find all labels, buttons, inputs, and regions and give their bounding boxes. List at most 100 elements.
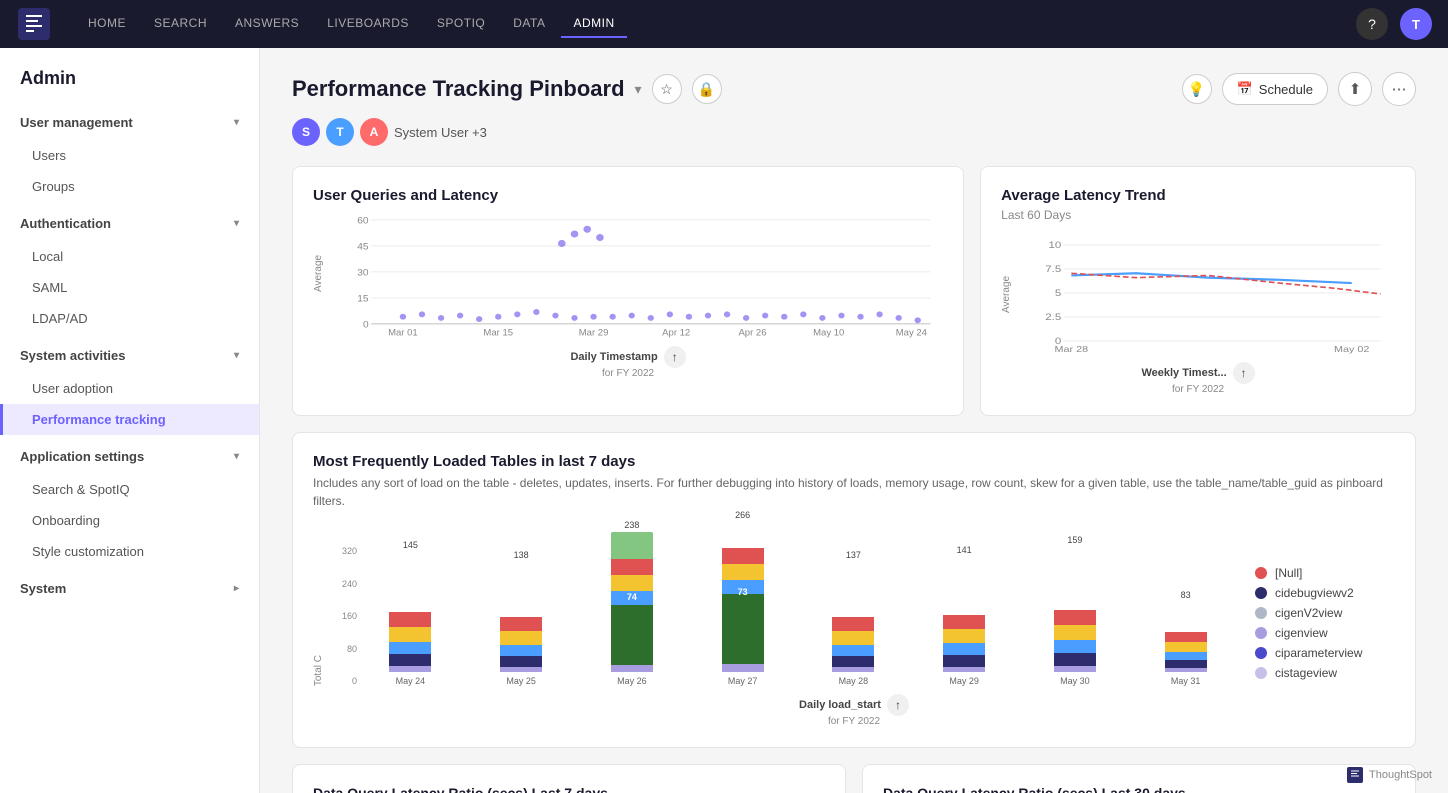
- bar-y4-may30: [1054, 653, 1096, 666]
- bar-y5-may25: [500, 667, 542, 672]
- bar-null-may24: [389, 612, 431, 627]
- legend-label-cigenV2: cigenV2view: [1275, 606, 1342, 620]
- legend-dot-cidebug: [1255, 587, 1267, 599]
- sidebar-item-users[interactable]: Users: [0, 140, 259, 171]
- bar-y5-may29: [943, 667, 985, 672]
- sidebar-section-header-system[interactable]: System ▸: [0, 571, 259, 606]
- bar-date-may24: May 24: [396, 676, 426, 686]
- bar-y5-may31: [1165, 668, 1207, 672]
- nav-search[interactable]: SEARCH: [142, 10, 219, 38]
- bar-y4-may31: [1165, 660, 1207, 668]
- nav-links: HOME SEARCH ANSWERS LIVEBOARDS SPOTIQ DA…: [76, 10, 1332, 38]
- favorite-button[interactable]: ☆: [652, 74, 682, 104]
- more-options-button[interactable]: ⋯: [1382, 72, 1416, 106]
- thoughtspot-footer-label: ThoughtSpot: [1369, 769, 1432, 781]
- nav-liveboards[interactable]: LIVEBOARDS: [315, 10, 421, 38]
- legend-label-cigenview: cigenview: [1275, 626, 1328, 640]
- avatar-a[interactable]: A: [360, 118, 388, 146]
- bar-chart-sort-button[interactable]: ↑: [887, 694, 909, 716]
- bar-total-may31: 83: [1181, 590, 1191, 600]
- lock-button[interactable]: 🔒: [692, 74, 722, 104]
- sidebar-section-label-system-activities: System activities: [20, 348, 126, 363]
- schedule-button[interactable]: 📅 Schedule: [1222, 73, 1328, 105]
- sidebar-section-header-user-management[interactable]: User management ▾: [0, 105, 259, 140]
- chart2-footer: Weekly Timest... ↑: [1001, 362, 1395, 384]
- svg-text:Mar 28: Mar 28: [1055, 345, 1089, 354]
- chart1-sort-button[interactable]: ↑: [664, 346, 686, 368]
- chevron-down-icon: ▾: [234, 218, 239, 229]
- sidebar-section-label-system: System: [20, 581, 66, 596]
- bar-y5-may30: [1054, 666, 1096, 672]
- bar-null-may30: [1054, 610, 1096, 625]
- sidebar-item-saml[interactable]: SAML: [0, 272, 259, 303]
- bar-center-val-may29: 75: [959, 605, 969, 615]
- page-title: Performance Tracking Pinboard: [292, 76, 625, 102]
- stacked-bar-may26: 74: [611, 532, 653, 672]
- sidebar-item-performance-tracking[interactable]: Performance tracking: [0, 404, 259, 435]
- legend-dot-cigenview: [1255, 627, 1267, 639]
- sidebar-item-groups[interactable]: Groups: [0, 171, 259, 202]
- chart2-x-sub: for FY 2022: [1001, 384, 1395, 395]
- legend-label-cidebug: cidebugviewv2: [1275, 586, 1354, 600]
- bar-total-may28: 137: [846, 550, 861, 560]
- nav-admin[interactable]: ADMIN: [561, 10, 626, 38]
- avatars-row: S T A System User +3: [292, 118, 1416, 146]
- bar-group-may24: 145 72 May 24: [361, 540, 460, 686]
- sidebar-item-search-spotiq[interactable]: Search & SpotIQ: [0, 474, 259, 505]
- svg-text:Apr 12: Apr 12: [662, 328, 690, 338]
- sidebar-item-local[interactable]: Local: [0, 241, 259, 272]
- latency-30d-title: Data Query Latency Ratio (secs) Last 30 …: [883, 785, 1395, 793]
- user-avatar[interactable]: T: [1400, 8, 1432, 40]
- svg-text:7.5: 7.5: [1045, 265, 1061, 274]
- bar-y3-may24: [389, 642, 431, 654]
- legend-cigenview: cigenview: [1255, 626, 1395, 640]
- bar-chart-x-sub: for FY 2022: [313, 716, 1395, 727]
- legend-label-ciparam: ciparameterview: [1275, 646, 1362, 660]
- svg-text:5: 5: [1055, 289, 1062, 298]
- thoughtspot-footer: ThoughtSpot: [1347, 767, 1432, 783]
- nav-data[interactable]: DATA: [501, 10, 557, 38]
- share-button[interactable]: ⬆: [1338, 72, 1372, 106]
- svg-text:15: 15: [357, 294, 369, 305]
- chart2-y-label: Average: [1001, 234, 1021, 354]
- sidebar-section-authentication: Authentication ▾ Local SAML LDAP/AD: [0, 206, 259, 334]
- schedule-label: Schedule: [1259, 82, 1313, 97]
- sidebar-section-header-system-activities[interactable]: System activities ▾: [0, 338, 259, 373]
- sidebar-item-ldap[interactable]: LDAP/AD: [0, 303, 259, 334]
- sidebar-item-user-adoption[interactable]: User adoption: [0, 373, 259, 404]
- bar-y3-may31: [1165, 652, 1207, 660]
- bar-total-may26: 238: [624, 520, 639, 530]
- light-mode-button[interactable]: 💡: [1182, 74, 1212, 104]
- bar-null-may29: [943, 615, 985, 629]
- legend-cidebug: cidebugviewv2: [1255, 586, 1395, 600]
- avatar-s[interactable]: S: [292, 118, 320, 146]
- thoughtspot-logo-icon: [1347, 767, 1363, 783]
- chevron-right-icon: ▸: [234, 583, 239, 594]
- nav-answers[interactable]: ANSWERS: [223, 10, 311, 38]
- nav-home[interactable]: HOME: [76, 10, 138, 38]
- sidebar-item-onboarding[interactable]: Onboarding: [0, 505, 259, 536]
- legend-null: [Null]: [1255, 566, 1395, 580]
- svg-text:10: 10: [1049, 241, 1062, 250]
- sidebar-section-user-management: User management ▾ Users Groups: [0, 105, 259, 202]
- stacked-bar-may27: 73: [722, 522, 764, 672]
- title-dropdown-icon[interactable]: ▾: [635, 81, 642, 98]
- legend-dot-cigenV2: [1255, 607, 1267, 619]
- bar-y3-may28: [832, 645, 874, 656]
- help-button[interactable]: ?: [1356, 8, 1388, 40]
- card-user-queries: User Queries and Latency Average 60: [292, 166, 964, 416]
- sidebar-item-style-customization[interactable]: Style customization: [0, 536, 259, 567]
- nav-spotiq[interactable]: SPOTIQ: [425, 10, 497, 38]
- logo[interactable]: [16, 6, 52, 42]
- sidebar-section-header-authentication[interactable]: Authentication ▾: [0, 206, 259, 241]
- chart2-sort-button[interactable]: ↑: [1233, 362, 1255, 384]
- stacked-bar-may25: 69: [500, 562, 542, 672]
- chart2-subtitle: Last 60 Days: [1001, 208, 1395, 222]
- bar-y2-may31: [1165, 642, 1207, 652]
- bar-y2-may25: [500, 631, 542, 645]
- chart1-x-sub: for FY 2022: [313, 368, 943, 379]
- chart1-title: User Queries and Latency: [313, 187, 943, 204]
- avatar-t[interactable]: T: [326, 118, 354, 146]
- sidebar-section-header-application-settings[interactable]: Application settings ▾: [0, 439, 259, 474]
- stacked-bar-may24: 72: [389, 552, 431, 672]
